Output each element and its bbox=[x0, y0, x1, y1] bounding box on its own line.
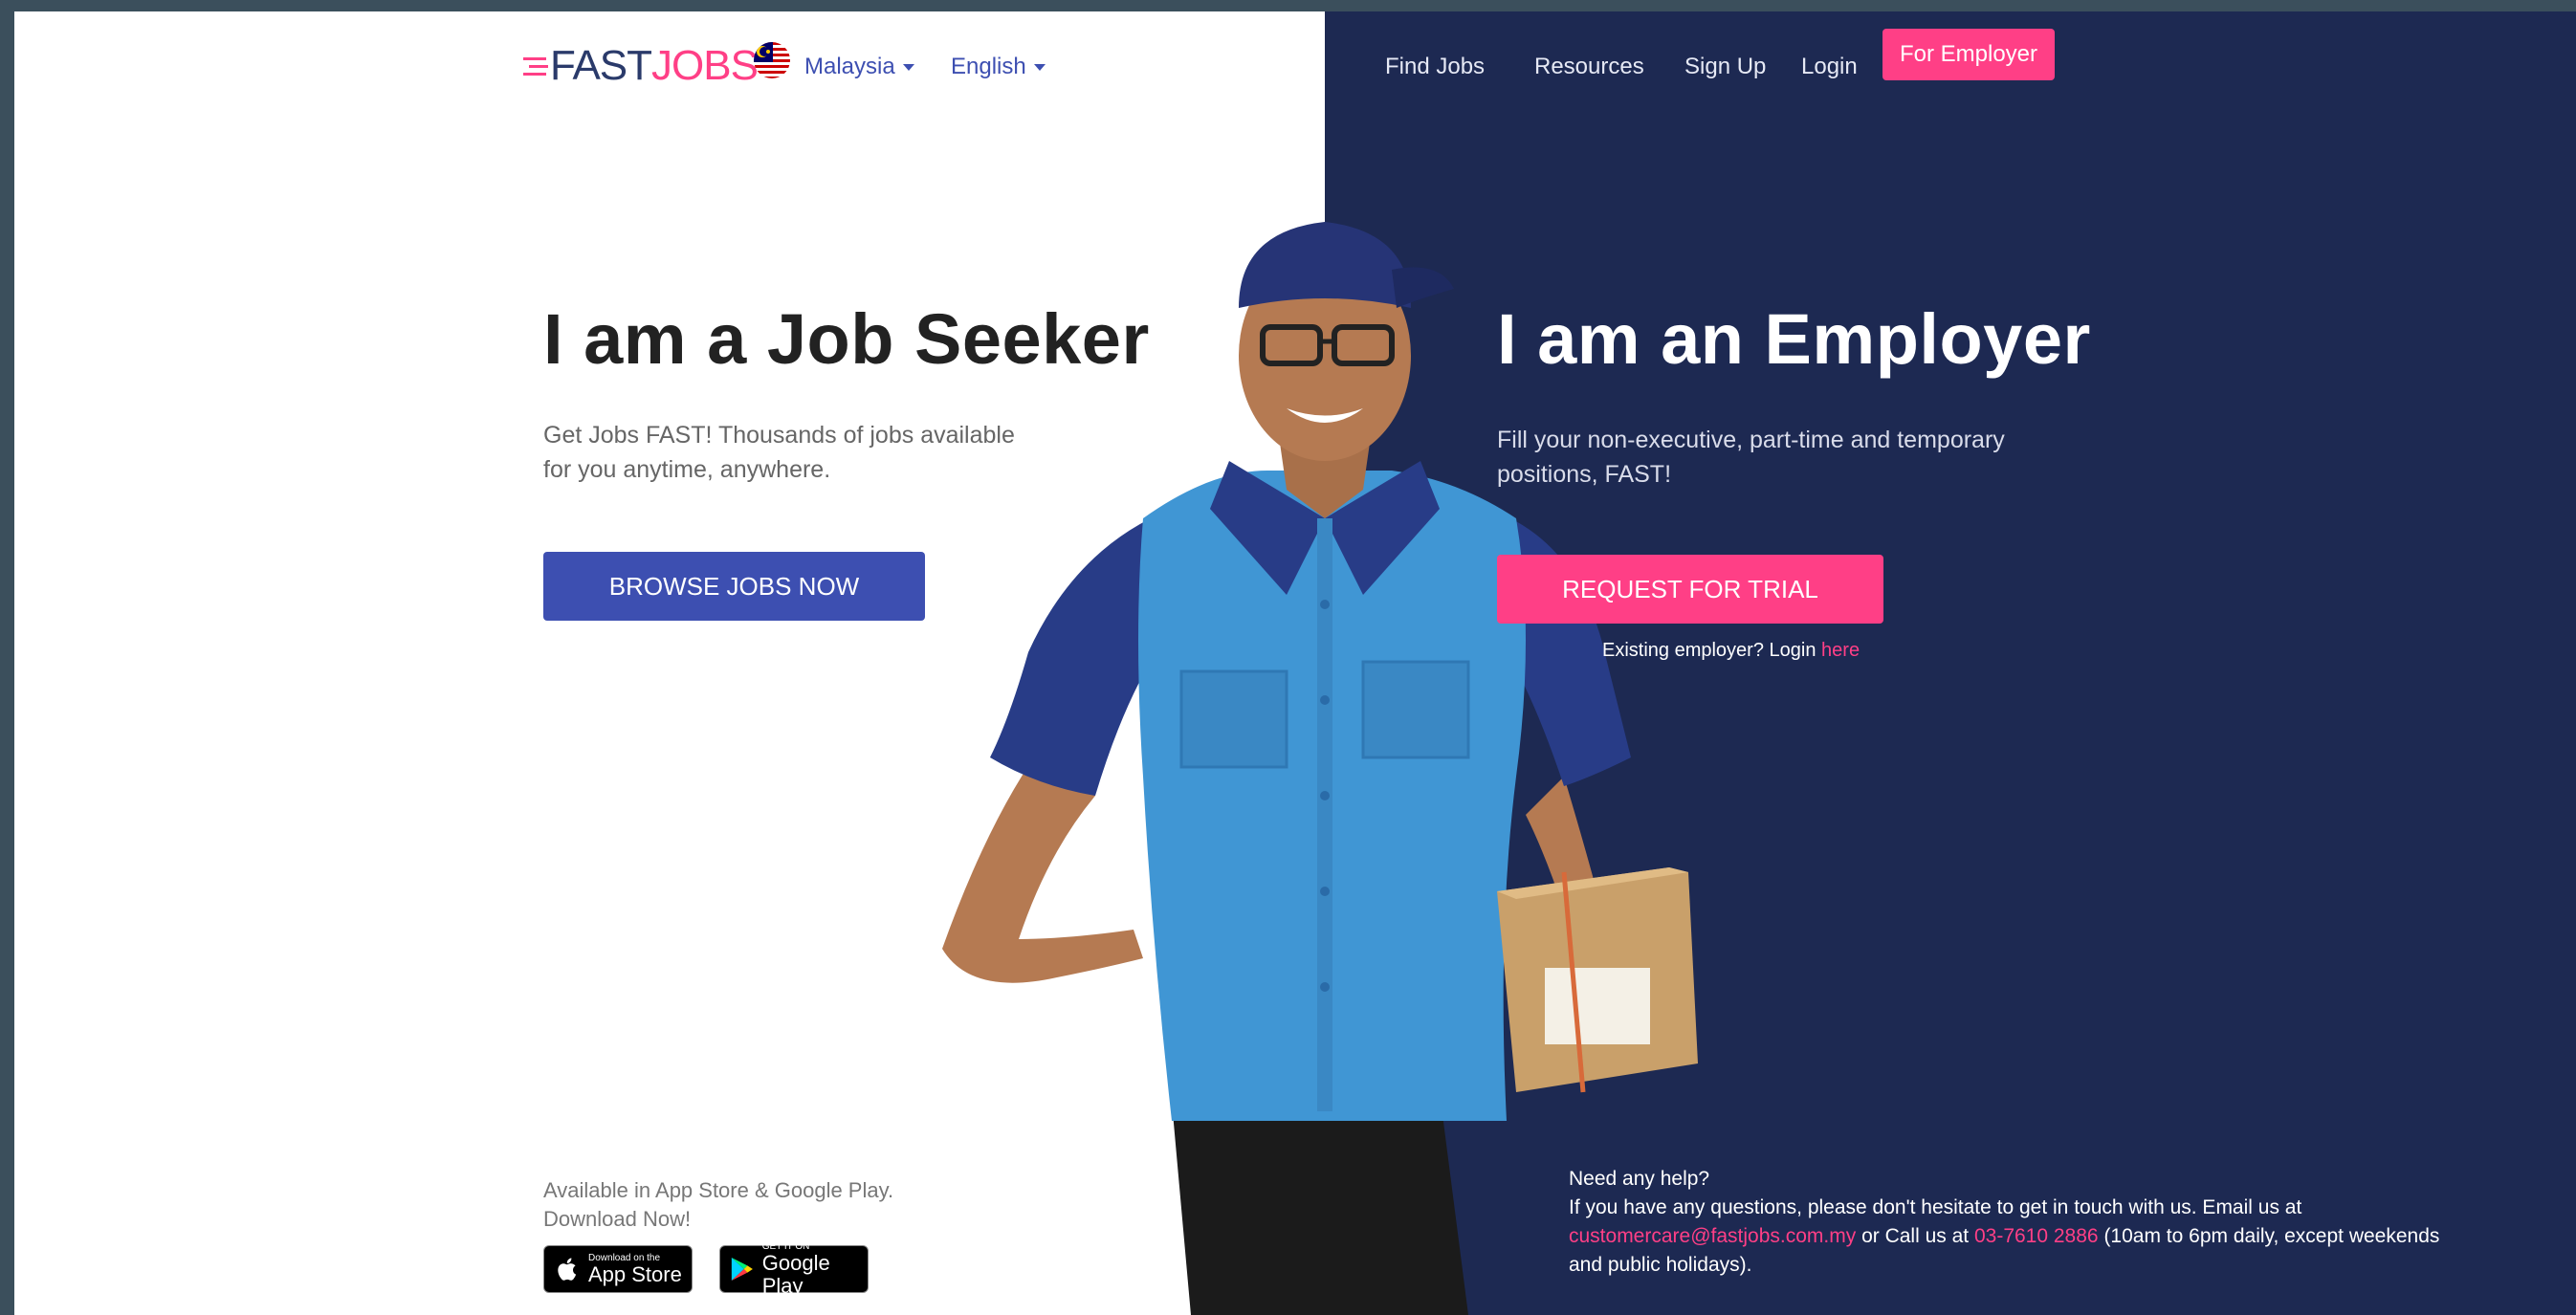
support-email-link[interactable]: customercare@fastjobs.com.my bbox=[1569, 1225, 1856, 1247]
caret-down-icon bbox=[1033, 64, 1046, 72]
request-trial-button[interactable]: REQUEST FOR TRIAL bbox=[1497, 555, 1883, 624]
malaysia-flag-icon bbox=[754, 42, 790, 78]
app-store-badge[interactable]: Download on the App Store bbox=[543, 1245, 693, 1293]
nav-sign-up[interactable]: Sign Up bbox=[1684, 54, 1766, 80]
google-play-icon bbox=[731, 1258, 753, 1281]
fastjobs-logo[interactable]: FASTJOBS bbox=[523, 33, 759, 99]
country-selector[interactable]: Malaysia bbox=[804, 54, 914, 80]
app-store-big-text: App Store bbox=[588, 1261, 682, 1286]
help-text: If you have any questions, please don't … bbox=[1569, 1196, 2302, 1218]
nav-resources[interactable]: Resources bbox=[1534, 54, 1644, 80]
logo-wordmark: FASTJOBS bbox=[550, 42, 759, 89]
apple-icon bbox=[558, 1258, 577, 1281]
app-availability-text: Available in App Store & Google Play. Do… bbox=[543, 1178, 894, 1231]
google-play-small-text: GET IT ON bbox=[761, 1240, 810, 1252]
employer-login-link[interactable]: here bbox=[1821, 640, 1860, 661]
page-frame: FASTJOBS Malaysia English Find Jobs Reso… bbox=[14, 11, 2576, 1315]
nav-login[interactable]: Login bbox=[1801, 54, 1858, 80]
help-section: Need any help? If you have any questions… bbox=[1569, 1165, 2477, 1280]
existing-employer-text: Existing employer? Login here bbox=[1602, 640, 1860, 661]
employer-heading: I am an Employer bbox=[1497, 299, 2091, 379]
caret-down-icon bbox=[902, 64, 914, 72]
for-employer-button[interactable]: For Employer bbox=[1882, 29, 2055, 80]
language-selector[interactable]: English bbox=[951, 54, 1046, 80]
speed-lines-icon bbox=[523, 57, 548, 76]
nav-find-jobs[interactable]: Find Jobs bbox=[1385, 54, 1485, 80]
call-text: or Call us at bbox=[1861, 1225, 1970, 1247]
support-phone-link[interactable]: 03-7610 2886 bbox=[1974, 1225, 2099, 1247]
employer-description: Fill your non-executive, part-time and t… bbox=[1497, 427, 2005, 488]
help-title: Need any help? bbox=[1569, 1168, 1710, 1190]
browse-jobs-button[interactable]: BROWSE JOBS NOW bbox=[543, 552, 925, 621]
google-play-badge[interactable]: GET IT ON Google Play bbox=[719, 1241, 869, 1297]
app-store-small-text: Download on the bbox=[588, 1252, 661, 1263]
google-play-big-text: Google Play bbox=[761, 1250, 830, 1298]
